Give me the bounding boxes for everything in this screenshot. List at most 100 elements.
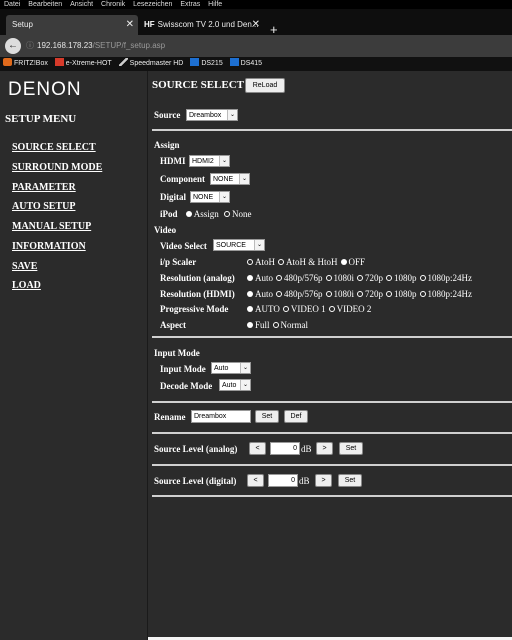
browser-menubar: Datei Bearbeiten Ansicht Chronik Lesezei… bbox=[0, 0, 512, 9]
level-digital-unit: dB bbox=[299, 476, 310, 486]
radio-option[interactable]: 480p/576p bbox=[276, 289, 326, 299]
radio-option[interactable]: OFF bbox=[340, 257, 369, 267]
radio-option[interactable]: 1080i bbox=[325, 273, 358, 283]
rename-def-button[interactable]: Def bbox=[284, 410, 308, 423]
progressive-mode-options: AUTO VIDEO 1 VIDEO 2 bbox=[247, 304, 374, 314]
radio-unchecked-icon bbox=[386, 291, 393, 297]
browser-navbar: ← ⓘ 192.168.178.23/SETUP/f_setup.asp bbox=[0, 35, 512, 57]
menu-history[interactable]: Chronik bbox=[101, 0, 125, 9]
digital-value: NONE bbox=[193, 194, 214, 201]
address-bar[interactable]: ⓘ 192.168.178.23/SETUP/f_setup.asp bbox=[26, 38, 506, 54]
bookmark-extreme-hot[interactable]: e-Xtreme-HOT bbox=[54, 57, 112, 71]
info-icon[interactable]: ⓘ bbox=[26, 38, 34, 54]
level-analog-set-button[interactable]: Set bbox=[339, 442, 363, 455]
sidebar-item-source-select[interactable]: SOURCE SELECT bbox=[12, 142, 96, 153]
bookmark-label: FRITZ!Box bbox=[14, 60, 48, 67]
menu-bookmarks[interactable]: Lesezeichen bbox=[133, 0, 172, 9]
video-select-label: Video Select bbox=[160, 241, 207, 251]
close-icon[interactable]: ✕ bbox=[126, 15, 134, 35]
digital-select[interactable]: NONE ⌄ bbox=[190, 191, 230, 203]
setup-sidebar: DENON SETUP MENU SOURCE SELECT SURROUND … bbox=[0, 71, 148, 640]
ip-scaler-label: i/p Scaler bbox=[160, 257, 197, 267]
input-mode-select[interactable]: Auto ⌄ bbox=[211, 362, 251, 374]
bookmark-label: Speedmaster HD bbox=[129, 60, 184, 67]
sidebar-item-save[interactable]: SAVE bbox=[12, 261, 37, 272]
radio-option[interactable]: 1080i bbox=[325, 289, 358, 299]
radio-option[interactable]: Full bbox=[247, 320, 273, 330]
bookmark-ds215[interactable]: DS215 bbox=[190, 57, 223, 71]
radio-option[interactable]: VIDEO 2 bbox=[328, 304, 375, 314]
radio-option[interactable]: AtoH & HtoH bbox=[278, 257, 341, 267]
component-select[interactable]: NONE ⌄ bbox=[210, 173, 250, 185]
ipod-none-option[interactable]: None bbox=[224, 209, 255, 219]
source-select[interactable]: Dreambox ⌄ bbox=[186, 109, 238, 121]
tab-setup[interactable]: Setup ✕ bbox=[6, 15, 138, 35]
ipod-assign-option[interactable]: Assign bbox=[185, 209, 222, 219]
assign-heading: Assign bbox=[154, 140, 180, 150]
radio-option[interactable]: Auto bbox=[247, 289, 276, 299]
input-mode-label: Input Mode bbox=[160, 364, 206, 374]
radio-option[interactable]: Normal bbox=[272, 320, 312, 330]
decode-mode-select[interactable]: Auto ⌄ bbox=[219, 379, 251, 391]
sidebar-item-load[interactable]: LOAD bbox=[12, 280, 41, 291]
reload-button[interactable]: ReLoad bbox=[245, 78, 285, 93]
radio-option[interactable]: 1080p bbox=[386, 273, 420, 283]
resolution-hdmi-label: Resolution (HDMI) bbox=[160, 289, 235, 299]
menu-view[interactable]: Ansicht bbox=[70, 0, 93, 9]
radio-option[interactable]: AUTO bbox=[247, 304, 283, 314]
radio-option[interactable]: Auto bbox=[247, 273, 276, 283]
menu-tools[interactable]: Extras bbox=[180, 0, 200, 9]
denon-logo: DENON bbox=[8, 79, 82, 100]
tab-swisscom[interactable]: HF Swisscom TV 2.0 und Den... ✕ bbox=[142, 15, 264, 35]
close-icon[interactable]: ✕ bbox=[252, 15, 260, 35]
tab-title: Swisscom TV 2.0 und Den... bbox=[157, 20, 259, 29]
radio-option[interactable]: 720p bbox=[357, 289, 386, 299]
radio-unchecked-icon bbox=[272, 322, 279, 328]
bookmark-speedmaster[interactable]: Speedmaster HD bbox=[118, 57, 184, 71]
radio-option-label: OFF bbox=[348, 257, 366, 267]
menu-help[interactable]: Hilfe bbox=[208, 0, 222, 9]
hdmi-select[interactable]: HDMI2 ⌄ bbox=[189, 155, 230, 167]
level-analog-minus-button[interactable]: < bbox=[249, 442, 266, 455]
video-select[interactable]: SOURCE ⌄ bbox=[213, 239, 265, 251]
menu-edit[interactable]: Bearbeiten bbox=[28, 0, 62, 9]
aspect-label: Aspect bbox=[160, 320, 186, 330]
menu-file[interactable]: Datei bbox=[4, 0, 20, 9]
digital-label: Digital bbox=[160, 192, 186, 202]
sidebar-item-manual-setup[interactable]: MANUAL SETUP bbox=[12, 221, 91, 232]
rename-set-button[interactable]: Set bbox=[255, 410, 279, 423]
sidebar-item-information[interactable]: INFORMATION bbox=[12, 241, 86, 252]
radio-option[interactable]: 1080p:24Hz bbox=[419, 289, 476, 299]
component-label: Component bbox=[160, 174, 206, 184]
radio-option[interactable]: 720p bbox=[357, 273, 386, 283]
level-digital-minus-button[interactable]: < bbox=[247, 474, 264, 487]
radio-checked-icon bbox=[247, 275, 253, 281]
rename-input[interactable]: Dreambox bbox=[191, 410, 251, 423]
level-digital-set-button[interactable]: Set bbox=[338, 474, 362, 487]
level-analog-input[interactable]: 0 bbox=[270, 442, 300, 455]
back-arrow-icon[interactable]: ← bbox=[5, 38, 21, 54]
sidebar-item-auto-setup[interactable]: AUTO SETUP bbox=[12, 201, 75, 212]
level-analog-plus-button[interactable]: > bbox=[316, 442, 333, 455]
input-mode-value: Auto bbox=[214, 365, 229, 372]
resolution-analog-label: Resolution (analog) bbox=[160, 273, 235, 283]
url-path: /SETUP/f_setup.asp bbox=[92, 41, 166, 50]
level-digital-plus-button[interactable]: > bbox=[315, 474, 332, 487]
chevron-down-icon: ⌄ bbox=[219, 192, 229, 202]
sidebar-item-parameter[interactable]: PARAMETER bbox=[12, 182, 76, 193]
sidebar-item-surround-mode[interactable]: SURROUND MODE bbox=[12, 162, 102, 173]
radio-option[interactable]: 480p/576p bbox=[276, 273, 326, 283]
radio-option[interactable]: VIDEO 1 bbox=[282, 304, 329, 314]
bookmark-ds415[interactable]: DS415 bbox=[229, 57, 262, 71]
radio-option-label: 480p/576p bbox=[284, 289, 323, 299]
radio-option[interactable]: 1080p:24Hz bbox=[419, 273, 476, 283]
level-digital-input[interactable]: 0 bbox=[268, 474, 298, 487]
radio-option[interactable]: 1080p bbox=[386, 289, 420, 299]
source-value: Dreambox bbox=[189, 112, 222, 119]
chevron-down-icon: ⌄ bbox=[239, 174, 249, 184]
radio-unchecked-icon bbox=[357, 291, 364, 297]
radio-option-label: AUTO bbox=[255, 304, 280, 314]
bookmark-fritzbox[interactable]: FRITZ!Box bbox=[3, 57, 48, 71]
radio-option[interactable]: AtoH bbox=[247, 257, 278, 267]
radio-option-label: VIDEO 1 bbox=[290, 304, 326, 314]
